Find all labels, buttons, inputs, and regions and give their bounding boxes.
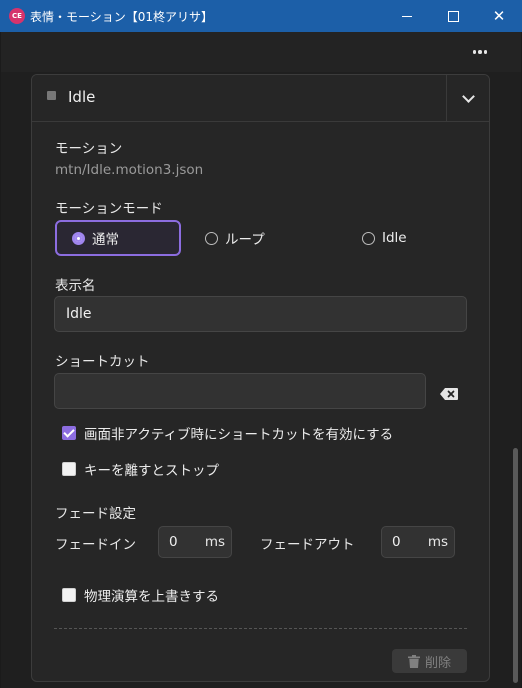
fade-out-label: フェードアウト (260, 537, 355, 553)
fade-out-input[interactable]: 0 ms (381, 526, 455, 558)
radio-mode-idle[interactable]: Idle (362, 220, 462, 256)
motion-label: モーション (55, 141, 123, 157)
radio-unselected-icon (362, 231, 375, 245)
app-logo-icon: CE (9, 8, 25, 24)
more-horizontal-icon-dot (483, 50, 488, 54)
delete-button[interactable]: 削除 (392, 649, 467, 673)
stop-on-release-checkbox[interactable] (62, 462, 76, 476)
stop-on-release-checkbox-row[interactable]: キーを離すとストップ (62, 459, 219, 479)
display-name-input[interactable]: Idle (54, 296, 467, 332)
maximize-button[interactable] (430, 0, 476, 32)
trash-icon (407, 654, 420, 668)
dashed-divider (54, 628, 467, 629)
fade-out-value: 0 (392, 534, 401, 550)
drag-handle-icon[interactable] (47, 91, 56, 100)
fade-in-input[interactable]: 0 ms (158, 526, 232, 558)
minimize-icon (402, 15, 412, 17)
motion-file-path: mtn/Idle.motion3.json (55, 162, 204, 178)
clear-shortcut-icon[interactable] (440, 385, 458, 400)
fade-in-label: フェードイン (55, 537, 136, 553)
shortcut-label: ショートカット (55, 354, 150, 370)
toolbar (1, 32, 521, 72)
minimize-button[interactable] (384, 0, 430, 32)
window-title: 表情・モーション【01柊アリサ】 (30, 10, 214, 24)
motion-mode-radio-group: 通常 ループ Idle (55, 220, 475, 256)
check-icon (63, 426, 75, 438)
shortcut-input[interactable] (54, 373, 426, 409)
fade-in-value: 0 (169, 534, 178, 550)
radio-unselected-icon (205, 231, 218, 245)
radio-selected-icon (72, 231, 85, 245)
panel-header: Idle (32, 75, 489, 122)
radio-mode-loop[interactable]: ループ (205, 220, 325, 256)
panel-title: Idle (68, 88, 96, 106)
fade-in-unit: ms (204, 534, 225, 550)
radio-label: ループ (225, 232, 265, 248)
display-name-label: 表示名 (55, 278, 96, 294)
inactive-shortcut-checkbox-row[interactable]: 画面非アクティブ時にショートカットを有効にする (62, 423, 393, 443)
physics-override-checkbox[interactable] (62, 588, 76, 602)
scrollbar-thumb[interactable] (513, 448, 518, 683)
more-horizontal-icon (472, 50, 477, 54)
inactive-shortcut-checkbox[interactable] (62, 426, 76, 440)
close-icon: ✕ (492, 6, 506, 25)
physics-override-checkbox-row[interactable]: 物理演算を上書きする (62, 585, 219, 605)
more-horizontal-icon-dot (478, 50, 482, 54)
delete-button-label: 削除 (424, 655, 451, 671)
chevron-down-icon (462, 89, 475, 103)
more-options-button[interactable] (469, 42, 491, 62)
checkbox-label: キーを離すとストップ (84, 463, 219, 479)
motion-panel: Idle モーション mtn/Idle.motion3.json モーションモー… (31, 74, 490, 682)
checkbox-label: 画面非アクティブ時にショートカットを有効にする (84, 427, 394, 443)
radio-mode-normal[interactable]: 通常 (55, 220, 181, 256)
maximize-icon (447, 10, 459, 22)
radio-label: Idle (382, 230, 407, 246)
collapse-button[interactable] (446, 75, 489, 121)
fade-out-unit: ms (427, 534, 448, 550)
fade-settings-label: フェード設定 (55, 506, 136, 522)
checkbox-label: 物理演算を上書きする (84, 589, 219, 605)
radio-label: 通常 (92, 232, 119, 248)
motion-mode-label: モーションモード (55, 201, 163, 217)
title-bar: CE 表情・モーション【01柊アリサ】 ✕ (0, 0, 522, 32)
close-button[interactable]: ✕ (476, 0, 522, 32)
